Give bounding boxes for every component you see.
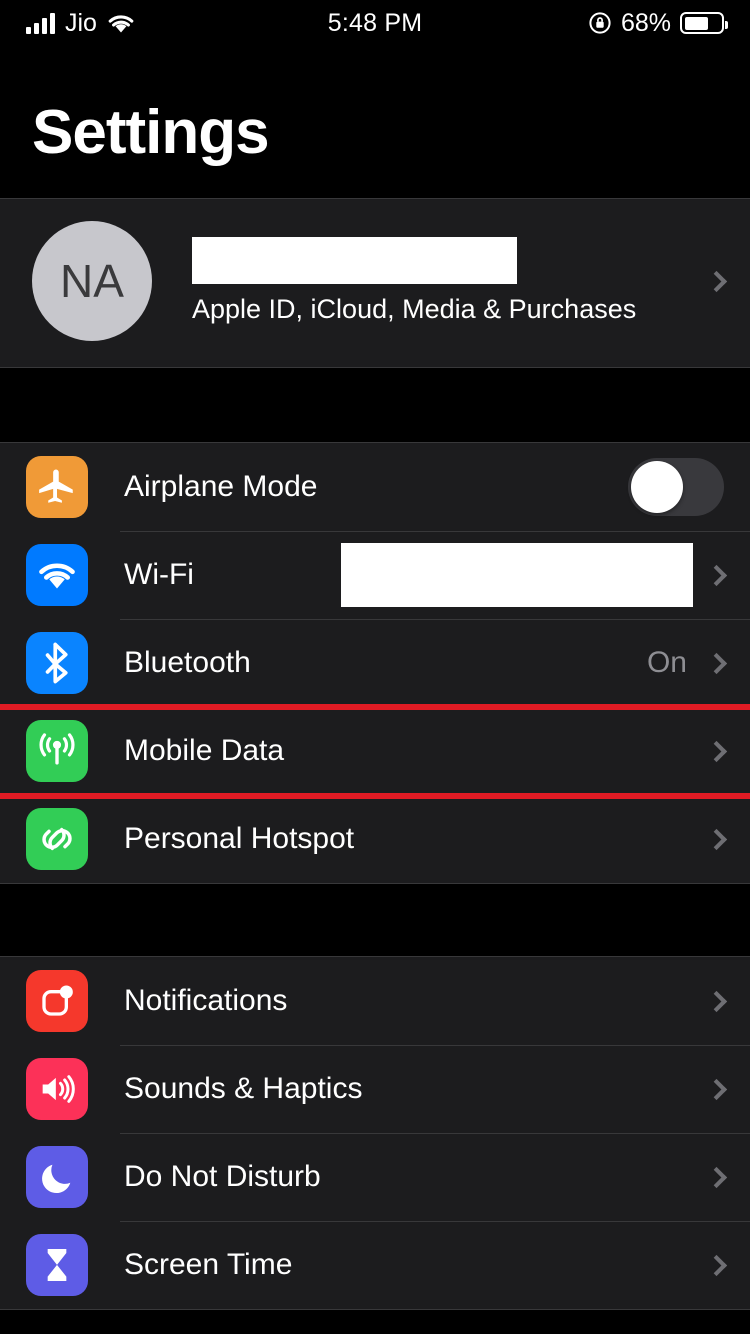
settings-row-notifications[interactable]: Notifications xyxy=(0,957,750,1045)
apple-id-row[interactable]: NA Apple ID, iCloud, Media & Purchases xyxy=(0,199,750,367)
avatar: NA xyxy=(32,221,152,341)
hourglass-icon xyxy=(26,1234,88,1296)
chevron-right-icon xyxy=(705,564,728,586)
settings-row-label: Do Not Disturb xyxy=(124,1160,321,1193)
chevron-right-icon xyxy=(705,1078,728,1100)
rotation-lock-icon xyxy=(588,11,612,35)
settings-row-wifi[interactable]: Wi-Fi xyxy=(0,531,750,619)
notifications-badge-icon xyxy=(26,970,88,1032)
settings-row-do-not-disturb[interactable]: Do Not Disturb xyxy=(0,1133,750,1221)
status-bar: Jio 5:48 PM 68% xyxy=(0,0,750,46)
account-text: Apple ID, iCloud, Media & Purchases xyxy=(192,237,703,325)
bluetooth-icon xyxy=(26,632,88,694)
annotation-highlight-rectangle xyxy=(0,704,750,799)
personal-hotspot-icon xyxy=(26,808,88,870)
bluetooth-status-value: On xyxy=(646,646,687,679)
group-separator xyxy=(0,884,750,956)
wifi-network-redaction xyxy=(341,543,693,607)
notifications-group: Notifications Sounds & Haptics Do Not Di… xyxy=(0,956,750,1310)
chevron-right-icon xyxy=(705,828,728,850)
connectivity-group: Airplane Mode Wi-Fi Bluetooth On Mobile … xyxy=(0,442,750,884)
wifi-icon xyxy=(26,544,88,606)
settings-row-mobile-data[interactable]: Mobile Data xyxy=(0,704,750,799)
chevron-right-icon xyxy=(705,740,728,762)
account-name-redaction xyxy=(192,237,517,284)
settings-row-label: Personal Hotspot xyxy=(124,822,355,855)
page-title: Settings xyxy=(32,98,270,167)
airplane-icon xyxy=(26,456,88,518)
antenna-radiowaves-icon xyxy=(26,720,88,782)
settings-row-label: Bluetooth xyxy=(124,646,251,679)
status-bar-right: 68% xyxy=(588,8,728,38)
settings-row-label: Screen Time xyxy=(124,1248,293,1281)
account-group: NA Apple ID, iCloud, Media & Purchases xyxy=(0,198,750,368)
chevron-right-icon xyxy=(705,270,728,292)
settings-row-bluetooth[interactable]: Bluetooth On xyxy=(0,619,750,707)
avatar-initials: NA xyxy=(60,255,124,307)
settings-row-label: Notifications xyxy=(124,984,288,1017)
settings-row-label: Wi-Fi xyxy=(124,558,194,591)
settings-row-label: Airplane Mode xyxy=(124,470,318,503)
settings-row-screen-time[interactable]: Screen Time xyxy=(0,1221,750,1309)
chevron-right-icon xyxy=(705,1254,728,1276)
account-subtitle: Apple ID, iCloud, Media & Purchases xyxy=(192,294,637,324)
moon-icon xyxy=(26,1146,88,1208)
settings-row-airplane-mode[interactable]: Airplane Mode xyxy=(0,443,750,531)
settings-row-sounds-haptics[interactable]: Sounds & Haptics xyxy=(0,1045,750,1133)
chevron-right-icon xyxy=(705,1166,728,1188)
settings-row-personal-hotspot[interactable]: Personal Hotspot xyxy=(0,795,750,883)
group-separator xyxy=(0,368,750,442)
settings-row-label: Mobile Data xyxy=(124,734,285,767)
toggle-knob xyxy=(631,461,683,513)
airplane-mode-toggle[interactable] xyxy=(628,458,724,516)
settings-row-label: Sounds & Haptics xyxy=(124,1072,363,1105)
battery-icon xyxy=(680,12,728,34)
chevron-right-icon xyxy=(705,990,728,1012)
battery-percent-label: 68% xyxy=(620,8,671,37)
speaker-waves-icon xyxy=(26,1058,88,1120)
chevron-right-icon xyxy=(705,652,728,674)
page-header: Settings xyxy=(0,46,750,198)
